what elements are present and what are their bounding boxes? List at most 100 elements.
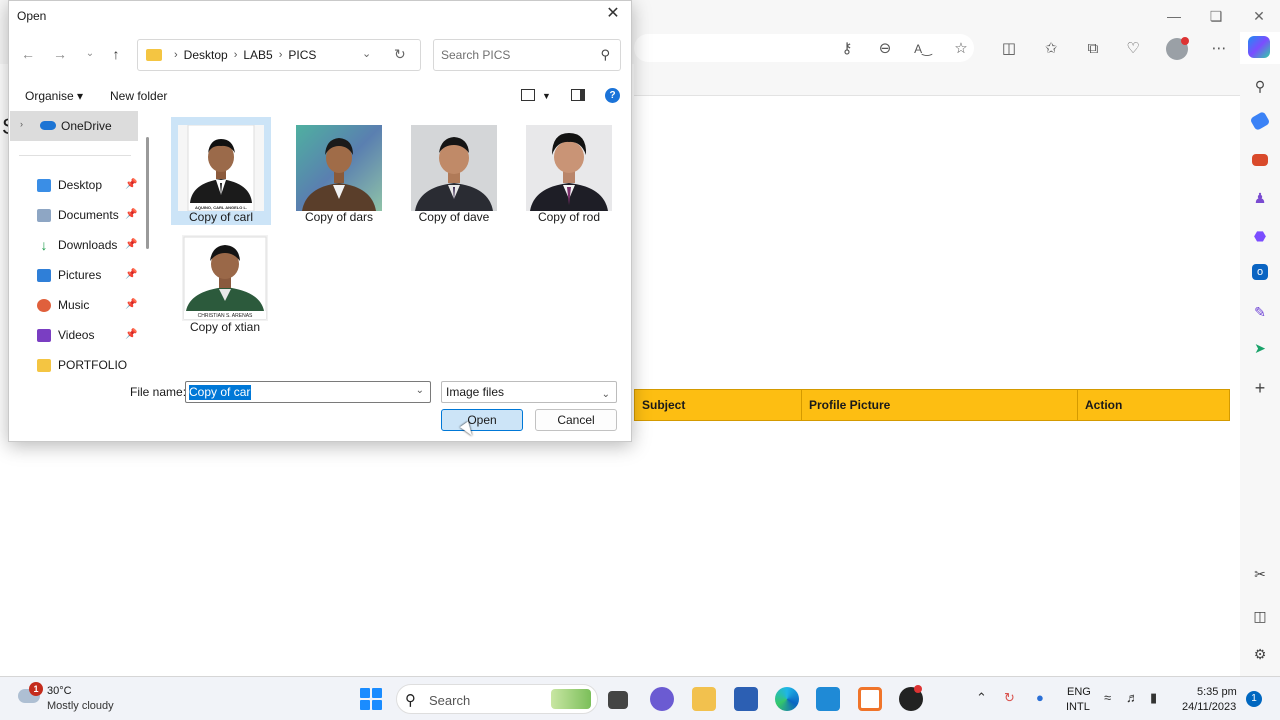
pin-icon: 📌 [125, 239, 138, 250]
clock-date[interactable]: 24/11/2023 [1182, 701, 1236, 713]
outlook-icon[interactable]: o [1252, 264, 1268, 280]
more-menu-icon[interactable]: ⋯ [1208, 38, 1230, 60]
weather-condition[interactable]: Mostly cloudy [47, 700, 114, 712]
copilot-icon[interactable] [1248, 36, 1270, 58]
sidebar-item-label: Documents [58, 208, 119, 222]
breadcrumb-item[interactable]: LAB5 [243, 48, 272, 62]
organise-menu[interactable]: Organise ▾ [25, 89, 83, 103]
minimize-icon[interactable]: — [1164, 6, 1184, 26]
send-icon[interactable]: ➤ [1250, 338, 1270, 358]
file-tile-xtian[interactable]: CHRISTIAN S. ARENAS Copy of xtian [175, 227, 275, 335]
file-tile-rod[interactable]: Copy of rod [519, 117, 619, 225]
file-name-label: Copy of dars [304, 210, 374, 224]
volume-icon[interactable]: ♬ [1126, 690, 1139, 705]
help-icon[interactable]: ? [605, 88, 620, 103]
file-name-field[interactable]: ⌄ [185, 381, 431, 403]
breadcrumb-item[interactable]: PICS [288, 48, 316, 62]
file-tile-carl[interactable]: AQUINO, CARL ANGELO L. Copy of carl [171, 117, 271, 225]
chevron-down-icon[interactable]: ▼ [542, 91, 551, 101]
sidebar-item-label: Music [58, 298, 90, 312]
designer-icon[interactable]: ✎ [1250, 302, 1270, 322]
file-type-value: Image files [446, 385, 505, 399]
file-type-select[interactable]: Image files ⌄ [441, 381, 617, 403]
sync-icon[interactable]: ↻ [1004, 690, 1015, 706]
temperature[interactable]: 30°C [47, 685, 72, 697]
file-name-input[interactable] [186, 382, 406, 402]
edge-browser-icon[interactable] [775, 687, 799, 711]
cancel-button[interactable]: Cancel [535, 409, 617, 431]
close-icon[interactable]: ✕ [603, 4, 623, 24]
expand-chevron-icon[interactable]: › [20, 119, 23, 129]
teams-chat-icon[interactable] [650, 687, 674, 711]
profile-avatar[interactable] [1166, 37, 1189, 60]
games-icon[interactable]: ♟ [1250, 188, 1270, 208]
vscode-icon[interactable] [816, 687, 840, 711]
browser-favorites-bar [634, 64, 1240, 96]
clock-time[interactable]: 5:35 pm [1197, 686, 1237, 698]
table-header-row: Subject Profile Picture Action [634, 389, 1230, 421]
up-arrow-icon[interactable]: ↑ [107, 45, 125, 63]
key-icon[interactable]: ⚷ [836, 38, 858, 60]
sidebar-item-videos[interactable]: Videos [37, 325, 94, 345]
briefcase-icon[interactable] [1252, 154, 1268, 166]
sidebar-item-portfolio[interactable]: PORTFOLIO [37, 355, 127, 373]
preview-pane-icon[interactable] [571, 89, 585, 101]
split-screen-icon[interactable]: ◫ [998, 38, 1020, 60]
sidebar-item-onedrive[interactable]: › OneDrive [10, 111, 138, 141]
task-view-icon[interactable] [608, 691, 628, 709]
photo-thumbnail: AQUINO, CARL ANGELO L. [178, 125, 264, 211]
recent-locations-icon[interactable]: ⌄ [81, 45, 99, 63]
breadcrumb[interactable]: › Desktop › LAB5 › PICS ⌄ ↻ [137, 39, 421, 71]
chevron-down-icon[interactable]: ⌄ [362, 47, 371, 60]
sidebar-toggle-icon[interactable]: ◫ [1250, 606, 1270, 626]
file-tile-dave[interactable]: Copy of dave [404, 117, 504, 225]
windows-start-icon[interactable] [360, 688, 382, 710]
microsoft365-icon[interactable]: ⬣ [1250, 226, 1270, 246]
sidebar-item-downloads[interactable]: ↓ Downloads [37, 235, 118, 255]
read-aloud-icon[interactable]: A‿ [912, 38, 934, 60]
zoom-out-icon[interactable]: ⊖ [874, 38, 896, 60]
battery-icon[interactable]: ▮ [1150, 690, 1157, 706]
forward-arrow-icon[interactable]: → [51, 45, 69, 63]
sidebar-item-music[interactable]: Music [37, 295, 89, 315]
refresh-icon[interactable]: ↻ [394, 46, 406, 63]
add-icon[interactable]: + [1250, 378, 1270, 398]
tag-icon[interactable] [1249, 110, 1271, 132]
open-button[interactable]: Open [441, 409, 523, 431]
xampp-icon[interactable] [858, 687, 882, 711]
settings-gear-icon[interactable]: ⚙ [1250, 644, 1270, 664]
search-icon[interactable]: ⚲ [1250, 76, 1270, 96]
browser-essentials-icon[interactable]: ♡ [1122, 38, 1144, 60]
microsoft-store-icon[interactable] [734, 687, 758, 711]
sidebar-item-desktop[interactable]: Desktop [37, 175, 102, 195]
wifi-icon[interactable]: ≈ [1104, 690, 1111, 705]
microphone-icon[interactable]: ● [1036, 690, 1044, 705]
new-folder-button[interactable]: New folder [110, 89, 167, 103]
file-name-label: Copy of rod [537, 210, 601, 224]
search-box[interactable]: ⚲ [433, 39, 621, 71]
screenshot-icon[interactable]: ✂ [1250, 564, 1270, 584]
favorites-icon[interactable]: ✩ [1040, 38, 1062, 60]
sidebar-item-documents[interactable]: Documents [37, 205, 119, 225]
scrollbar[interactable] [146, 137, 149, 249]
file-tile-dars[interactable]: Copy of dars [289, 117, 389, 225]
breadcrumb-item[interactable]: Desktop [184, 48, 228, 62]
back-arrow-icon[interactable]: ← [19, 45, 37, 63]
collections-icon[interactable]: ⧉ [1082, 38, 1104, 60]
favorite-star-icon[interactable]: ☆ [950, 38, 972, 60]
chevron-up-icon[interactable]: ⌃ [976, 690, 987, 706]
chevron-down-icon[interactable]: ⌄ [602, 385, 610, 405]
search-highlight-icon [551, 689, 591, 709]
keyboard-layout[interactable]: INTL [1066, 701, 1090, 713]
close-icon[interactable]: ✕ [1249, 6, 1269, 26]
notification-badge[interactable]: 1 [1246, 691, 1262, 707]
sidebar-item-pictures[interactable]: Pictures [37, 265, 101, 285]
taskbar-search[interactable]: ⚲ Search [396, 684, 598, 714]
search-input[interactable] [441, 41, 591, 69]
search-icon[interactable]: ⚲ [600, 47, 610, 63]
restore-icon[interactable]: ❏ [1206, 6, 1226, 26]
language-code[interactable]: ENG [1067, 686, 1091, 698]
chevron-down-icon[interactable]: ⌄ [416, 385, 424, 396]
file-explorer-icon[interactable] [692, 687, 716, 711]
view-options-icon[interactable] [521, 89, 535, 101]
